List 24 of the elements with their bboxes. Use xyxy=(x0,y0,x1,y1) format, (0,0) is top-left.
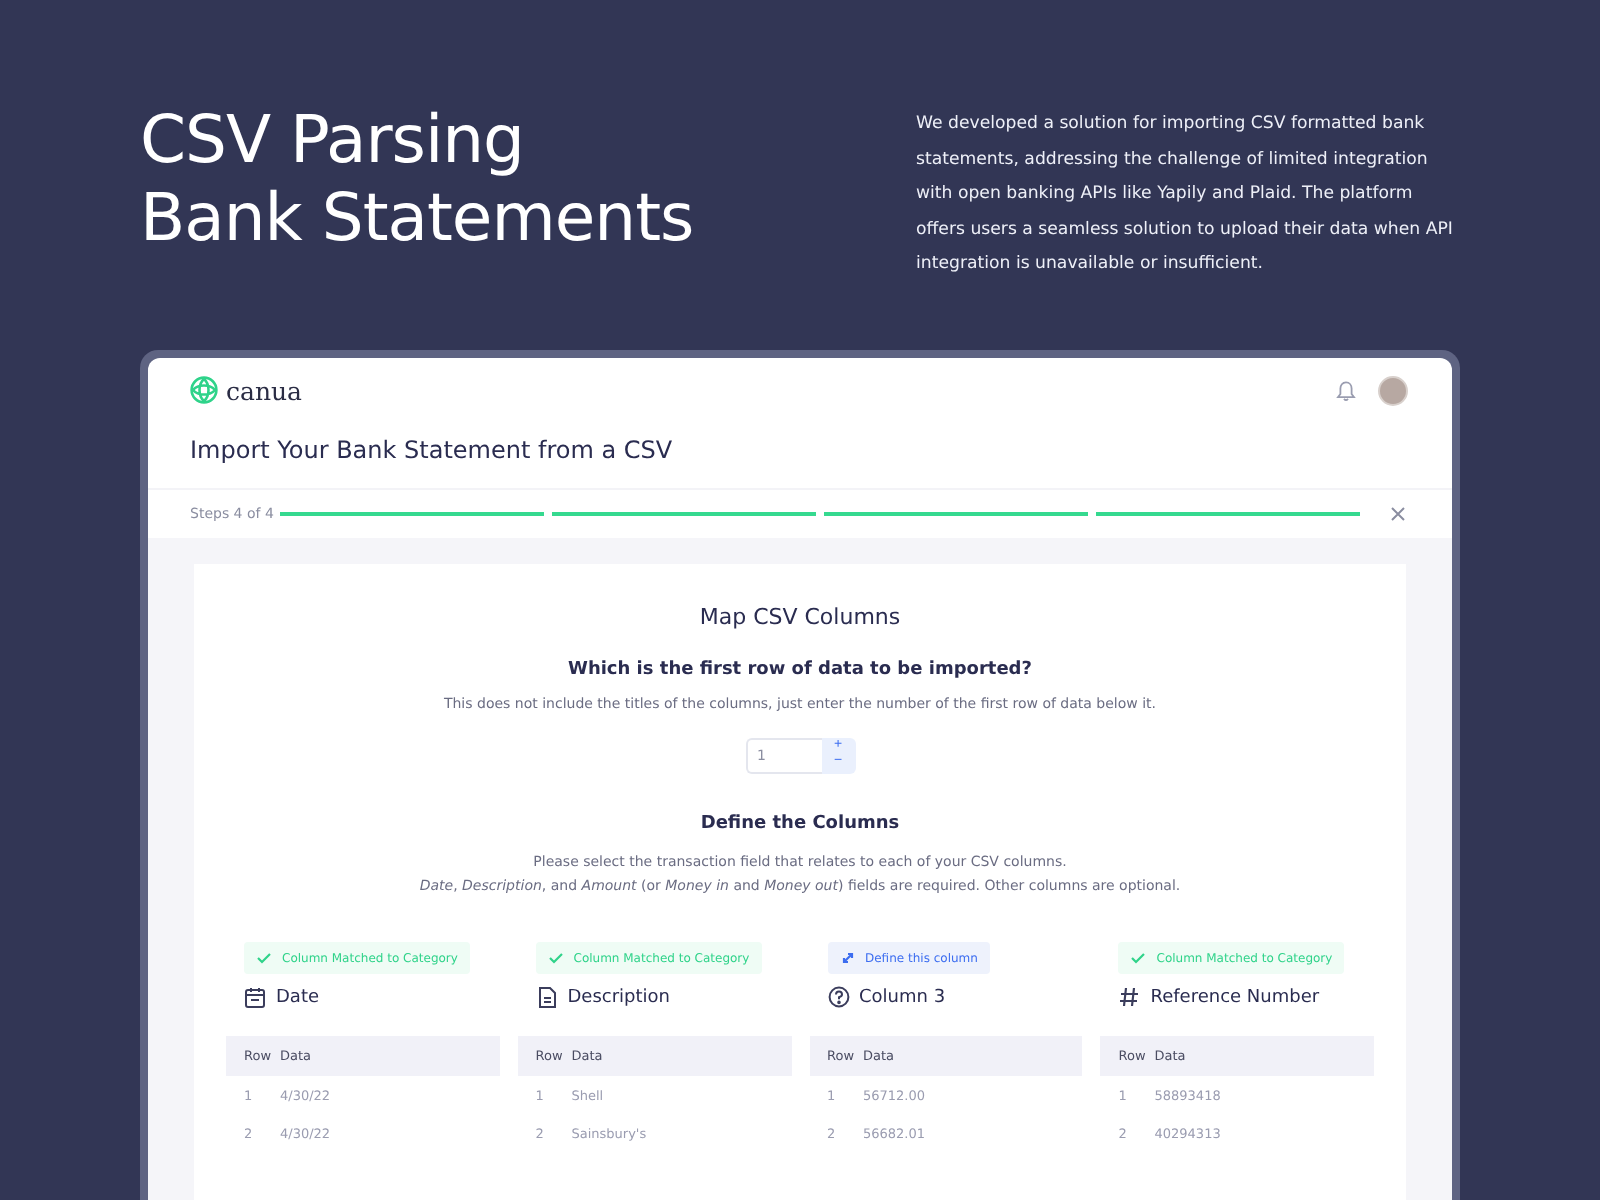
section-heading: Define the Columns xyxy=(700,814,900,834)
hero-title: CSV Parsing Bank Statements xyxy=(140,100,694,260)
question-icon xyxy=(827,986,849,1008)
close-button[interactable] xyxy=(1386,502,1410,526)
panel-title: Map CSV Columns xyxy=(699,604,901,630)
logo-text: canua xyxy=(226,375,303,405)
document-icon xyxy=(535,986,558,1008)
hero-description: We developed a solution for importing CSV formatted bank statements, addressing the challenge of limited integration with open banking APIs like Yapily and Plaid. The platform offers users a seamless solution to upload their data when API integration is unavailable or insufficient. xyxy=(916,112,1455,278)
hash-icon xyxy=(1118,986,1141,1008)
close-icon xyxy=(1390,506,1406,522)
column-title: Date xyxy=(276,987,320,1007)
logo-icon xyxy=(190,376,218,404)
arrows-icon xyxy=(839,950,855,966)
calendar-icon xyxy=(244,986,266,1008)
column-title: Column 3 xyxy=(859,987,946,1007)
check-icon xyxy=(547,950,564,966)
question-heading: Which is the first row of data to be imported? xyxy=(568,660,1032,680)
column-title: Description xyxy=(567,987,671,1007)
check-icon xyxy=(1130,950,1147,966)
check-icon xyxy=(256,950,272,966)
page-title: Import Your Bank Statement from a CSV xyxy=(188,434,675,468)
bell-icon xyxy=(1336,379,1356,401)
avatar[interactable] xyxy=(1378,375,1408,405)
column-title: Reference Number xyxy=(1150,987,1320,1007)
